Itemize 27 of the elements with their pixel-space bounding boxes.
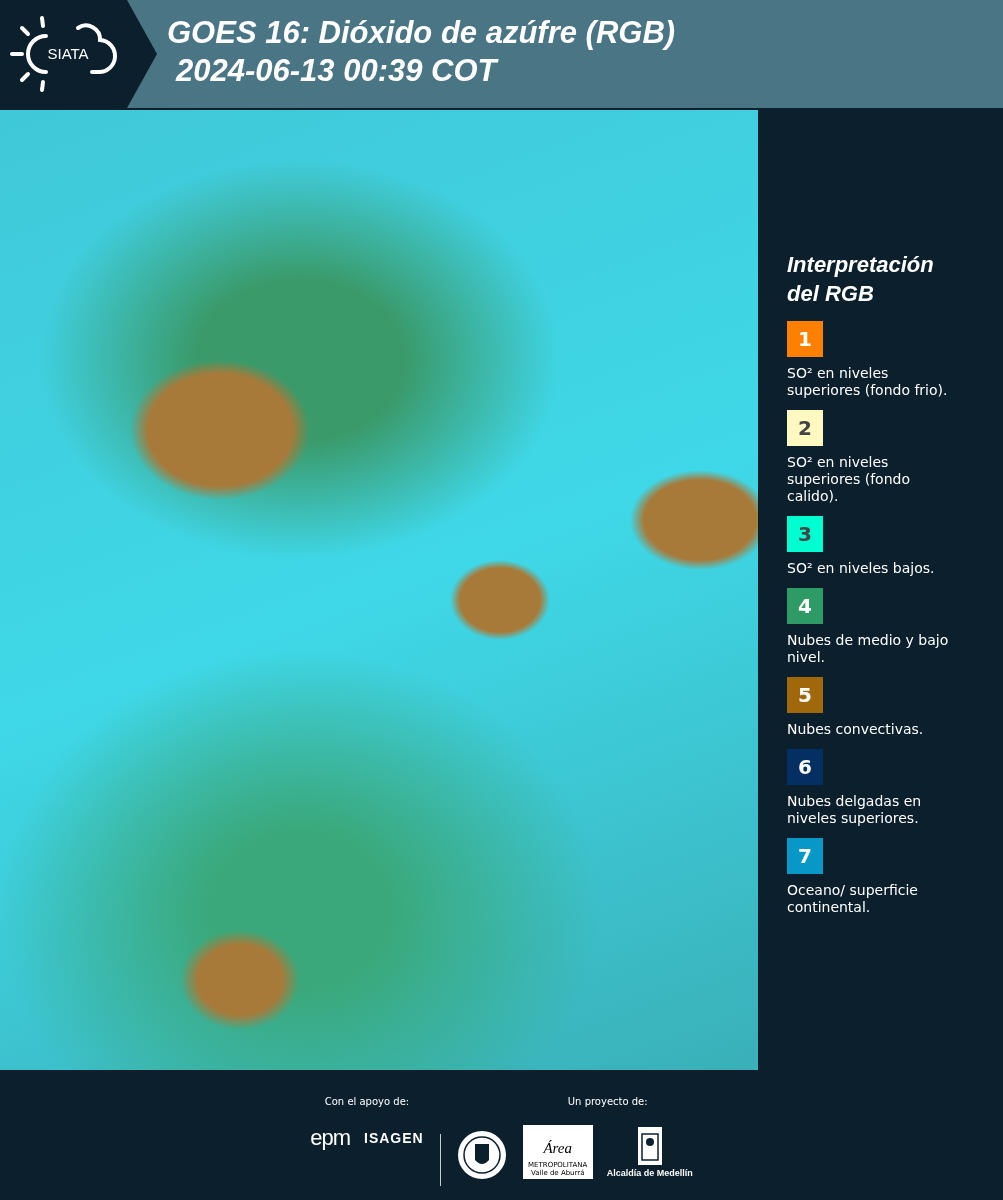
- legend-swatch: 3: [787, 516, 823, 552]
- coat-of-arms-icon: [636, 1126, 663, 1166]
- legend-title: del RGB: [787, 280, 875, 308]
- legend-title: Interpretación: [787, 251, 935, 279]
- legend-text: Nubes de medio y bajo nivel.: [787, 632, 950, 666]
- legend-swatch: 7: [787, 838, 823, 874]
- legend-text: Nubes delgadas en niveles superiores.: [787, 793, 923, 827]
- support-label: Con el apoyo de:: [324, 1096, 410, 1107]
- sponsor-logo: ISAGEN: [364, 1130, 424, 1146]
- page-title: GOES 16: Dióxido de azúfre (RGB): [167, 14, 676, 52]
- seal-icon: [456, 1130, 507, 1180]
- logo-text: SIATA: [47, 45, 89, 62]
- city-logo-text: Alcaldía de Medellín: [606, 1168, 693, 1178]
- legend-swatch: 4: [787, 588, 823, 624]
- legend-text: Nubes convectivas.: [787, 721, 925, 738]
- legend-swatch: 5: [787, 677, 823, 713]
- project-label: Un proyecto de:: [567, 1096, 648, 1107]
- legend-swatch: 6: [787, 749, 823, 785]
- legend-swatch: 1: [787, 321, 823, 357]
- legend-text: Oceano/ superficie continental.: [787, 882, 919, 916]
- legend-text: SO² en niveles bajos.: [787, 560, 936, 577]
- sun-cloud-logo-icon: [7, 14, 118, 94]
- page-title: 2024-06-13 00:39 COT: [174, 52, 500, 90]
- legend-text: SO² en niveles superiores (fondo frio).: [787, 365, 949, 399]
- legend-text: SO² en niveles superiores (fondo calido).: [787, 454, 911, 505]
- sponsor-logo: epm: [310, 1125, 351, 1151]
- legend-swatch: 2: [787, 410, 823, 446]
